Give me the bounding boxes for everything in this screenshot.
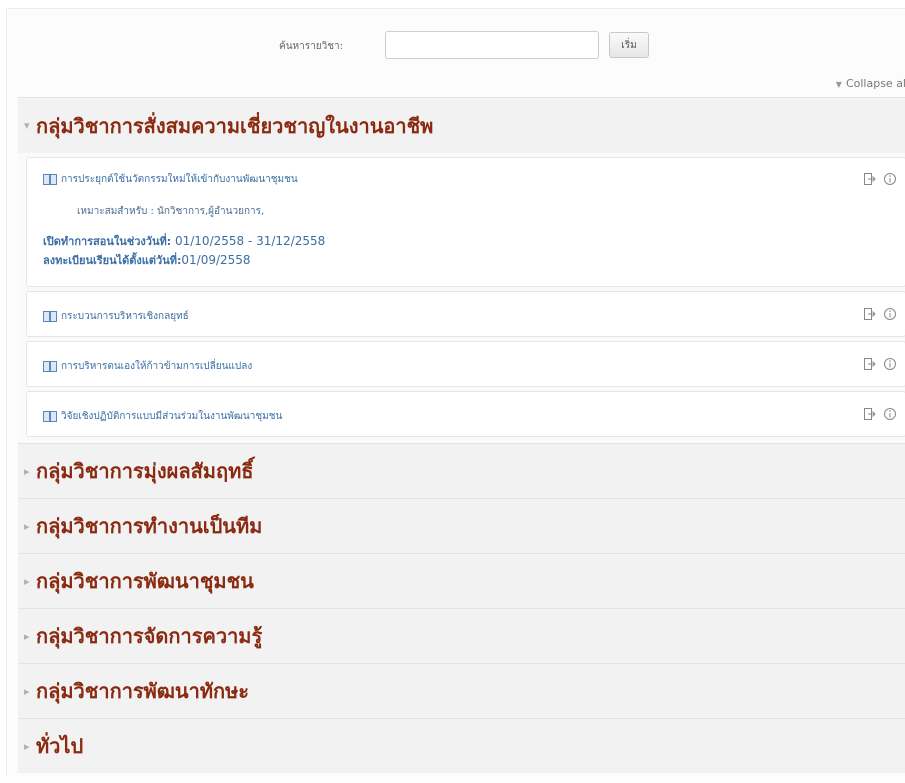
course-item: การประยุกต์ใช้นวัตกรรมใหม่ให้เข้ากับงานพ… <box>26 157 905 287</box>
enrol-icon[interactable] <box>863 357 877 371</box>
category-list: ▾ กลุ่มวิชาการสั่งสมความเชี่ยวชาญในงานอา… <box>18 97 905 773</box>
teach-period-value: 01/10/2558 - 31/12/2558 <box>174 234 326 248</box>
course-category-page: ค้นหารายวิชา: เริ่ม ▼ Collapse al ▾ กลุ่ม… <box>6 8 905 777</box>
category-block: ▸ กลุ่มวิชาการพัฒนาทักษะ <box>18 663 905 718</box>
course-tools <box>863 357 897 371</box>
register-date-label: ลงทะเบียนเรียนได้ตั้งแต่วันที่: <box>43 254 182 267</box>
book-icon <box>43 411 57 422</box>
category-block: ▾ กลุ่มวิชาการสั่งสมความเชี่ยวชาญในงานอา… <box>18 97 905 443</box>
course-search-form: ค้นหารายวิชา: เริ่ม <box>7 29 905 63</box>
suitable-for: เหมาะสมสำหรับ : นักวิชาการ,ผู้อำนวยการ, <box>77 206 265 217</box>
category-title: กลุ่มวิชาการพัฒนาทักษะ <box>36 679 250 703</box>
course-link[interactable]: การประยุกต์ใช้นวัตกรรมใหม่ให้เข้ากับงานพ… <box>43 172 298 187</box>
category-header[interactable]: ▾ กลุ่มวิชาการสั่งสมความเชี่ยวชาญในงานอา… <box>18 97 905 153</box>
triangle-down-icon: ▼ <box>835 80 842 89</box>
course-name: การประยุกต์ใช้นวัตกรรมใหม่ให้เข้ากับงานพ… <box>61 174 298 185</box>
triangle-right-icon: ▸ <box>24 684 30 698</box>
book-icon <box>43 361 57 372</box>
triangle-right-icon: ▸ <box>24 464 30 478</box>
triangle-right-icon: ▸ <box>24 574 30 588</box>
triangle-right-icon: ▸ <box>24 519 30 533</box>
info-icon[interactable] <box>883 407 897 421</box>
category-title: กลุ่มวิชาการสั่งสมความเชี่ยวชาญในงานอาชี… <box>36 113 434 138</box>
course-item: กระบวนการบริหารเชิงกลยุทธ์ <box>26 291 905 337</box>
info-icon[interactable] <box>883 172 897 186</box>
category-header[interactable]: ▸ กลุ่มวิชาการจัดการความรู้ <box>18 608 905 663</box>
category-block: ▸ กลุ่มวิชาการมุ่งผลสัมฤทธิ์ <box>18 443 905 498</box>
enrol-icon[interactable] <box>863 307 877 321</box>
course-dates: เปิดทำการสอนในช่วงวันที่: 01/10/2558 - 3… <box>43 232 325 270</box>
category-title: กลุ่มวิชาการมุ่งผลสัมฤทธิ์ <box>36 459 254 483</box>
category-title: กลุ่มวิชาการทำงานเป็นทีม <box>36 514 263 538</box>
course-link[interactable]: การบริหารตนเองให้ก้าวข้ามการเปลี่ยนแปลง <box>43 359 252 374</box>
category-header[interactable]: ▸ กลุ่มวิชาการพัฒนาชุมชน <box>18 553 905 608</box>
course-tools <box>863 172 897 186</box>
info-icon[interactable] <box>883 357 897 371</box>
course-item: การบริหารตนเองให้ก้าวข้ามการเปลี่ยนแปลง <box>26 341 905 387</box>
category-block: ▸ กลุ่มวิชาการทำงานเป็นทีม <box>18 498 905 553</box>
category-block: ▸ ทั่วไป <box>18 718 905 773</box>
category-header[interactable]: ▸ ทั่วไป <box>18 718 905 773</box>
course-list: การประยุกต์ใช้นวัตกรรมใหม่ให้เข้ากับงานพ… <box>18 153 905 443</box>
course-name: กระบวนการบริหารเชิงกลยุทธ์ <box>61 311 189 322</box>
course-tools <box>863 407 897 421</box>
register-date: ลงทะเบียนเรียนได้ตั้งแต่วันที่:01/09/255… <box>43 251 325 270</box>
triangle-down-icon: ▾ <box>24 119 30 132</box>
collapse-all-link[interactable]: ▼ Collapse al <box>836 77 905 90</box>
book-icon <box>43 311 57 322</box>
course-name: วิจัยเชิงปฏิบัติการแบบมีส่วนร่วมในงานพัฒ… <box>61 411 283 422</box>
category-title: ทั่วไป <box>36 734 84 758</box>
search-button[interactable]: เริ่ม <box>609 32 649 58</box>
category-block: ▸ กลุ่มวิชาการจัดการความรู้ <box>18 608 905 663</box>
category-title: กลุ่มวิชาการพัฒนาชุมชน <box>36 569 254 593</box>
course-tools <box>863 307 897 321</box>
enrol-icon[interactable] <box>863 172 877 186</box>
course-link[interactable]: กระบวนการบริหารเชิงกลยุทธ์ <box>43 309 189 324</box>
category-header[interactable]: ▸ กลุ่มวิชาการมุ่งผลสัมฤทธิ์ <box>18 443 905 498</box>
enrol-icon[interactable] <box>863 407 877 421</box>
course-item: วิจัยเชิงปฏิบัติการแบบมีส่วนร่วมในงานพัฒ… <box>26 391 905 437</box>
register-date-value: 01/09/2558 <box>181 253 251 267</box>
course-link[interactable]: วิจัยเชิงปฏิบัติการแบบมีส่วนร่วมในงานพัฒ… <box>43 409 282 424</box>
search-label: ค้นหารายวิชา: <box>279 41 343 52</box>
category-title: กลุ่มวิชาการจัดการความรู้ <box>36 624 263 648</box>
teach-period-label: เปิดทำการสอนในช่วงวันที่: <box>43 235 172 248</box>
info-icon[interactable] <box>883 307 897 321</box>
course-name: การบริหารตนเองให้ก้าวข้ามการเปลี่ยนแปลง <box>61 361 253 372</box>
teach-period: เปิดทำการสอนในช่วงวันที่: 01/10/2558 - 3… <box>43 232 325 251</box>
search-input[interactable] <box>385 31 599 59</box>
category-header[interactable]: ▸ กลุ่มวิชาการทำงานเป็นทีม <box>18 498 905 553</box>
triangle-right-icon: ▸ <box>24 629 30 643</box>
book-icon <box>43 174 57 185</box>
category-block: ▸ กลุ่มวิชาการพัฒนาชุมชน <box>18 553 905 608</box>
category-header[interactable]: ▸ กลุ่มวิชาการพัฒนาทักษะ <box>18 663 905 718</box>
triangle-right-icon: ▸ <box>24 739 30 753</box>
collapse-all-label: Collapse al <box>845 77 905 90</box>
